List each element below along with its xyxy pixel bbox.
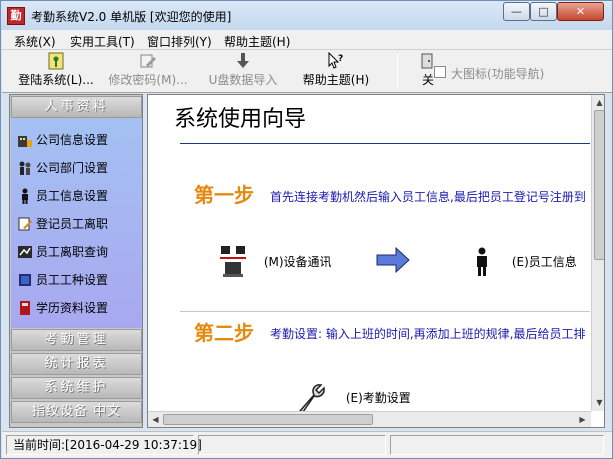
scroll-left-arrow[interactable]: ◀ bbox=[148, 412, 163, 427]
sidebar-item-job-type[interactable]: 员工工种设置 bbox=[17, 270, 108, 290]
sidebar-item-label: 员工离职查询 bbox=[36, 245, 109, 259]
menu-tools[interactable]: 实用工具(T) bbox=[70, 33, 135, 50]
sidebar-item-employee-info[interactable]: 员工信息设置 bbox=[17, 186, 108, 206]
attendance-settings-link[interactable]: (E)考勤设置 bbox=[294, 383, 411, 413]
company-icon bbox=[17, 132, 33, 148]
sidebar-item-label: 登记员工离职 bbox=[36, 217, 109, 231]
wrench-icon bbox=[298, 384, 325, 413]
section-header-fingerprint[interactable]: 指纹设备 中文 bbox=[11, 401, 142, 423]
person-icon bbox=[477, 247, 487, 276]
big-icon-checkbox[interactable] bbox=[434, 66, 446, 78]
down-arrow-icon bbox=[234, 52, 252, 70]
app-icon: 勤 bbox=[7, 7, 25, 25]
status-time: 当前时间:[2016-04-29 10:37:19] bbox=[6, 435, 202, 455]
menu-bar: 系统(X) 实用工具(T) 窗口排列(Y) 帮助主题(H) bbox=[2, 30, 612, 50]
sidebar-personnel-items: 公司信息设置 公司部门设置 员工信息设置 登记员工离职 员工离职查询 员工工种设… bbox=[11, 118, 142, 344]
usb-import-button[interactable]: U盘数据导入 bbox=[202, 52, 284, 90]
sidebar-item-leave-query[interactable]: 员工离职查询 bbox=[17, 242, 108, 262]
sidebar-item-department[interactable]: 公司部门设置 bbox=[17, 158, 108, 178]
status-time-label: 当前时间: bbox=[13, 438, 66, 452]
big-icon-checkbox-label: 大图标(功能导航) bbox=[451, 67, 545, 81]
step-2-title: 第二步 bbox=[194, 321, 254, 345]
scroll-right-arrow[interactable]: ▶ bbox=[575, 412, 590, 427]
sidebar-item-education[interactable]: 学历资料设置 bbox=[17, 298, 108, 318]
scroll-up-arrow[interactable]: ▲ bbox=[592, 95, 604, 110]
wizard-panel: 系统使用向导 第一步 首先连接考勤机然后输入员工信息,最后把员工登记号注册到 (… bbox=[147, 94, 605, 428]
close-button[interactable]: ✕ bbox=[557, 2, 604, 21]
job-type-icon bbox=[17, 272, 33, 288]
toolbar-separator bbox=[397, 54, 398, 88]
page-title: 系统使用向导 bbox=[174, 107, 307, 132]
flow-arrow-icon bbox=[376, 247, 410, 273]
sidebar-item-company-info[interactable]: 公司信息设置 bbox=[17, 130, 108, 150]
help-topics-button[interactable]: ? 帮助主题(H) bbox=[298, 51, 374, 90]
login-label: 登陆系统(L)... bbox=[18, 73, 94, 87]
vertical-scroll-thumb[interactable] bbox=[594, 110, 604, 260]
title-divider bbox=[180, 143, 590, 144]
department-icon bbox=[17, 160, 33, 176]
sidebar-item-label: 员工信息设置 bbox=[36, 189, 109, 203]
device-comm-label: (M)设备通讯 bbox=[263, 254, 332, 269]
step-1-description: 首先连接考勤机然后输入员工信息,最后把员工登记号注册到 bbox=[270, 190, 586, 204]
horizontal-scroll-thumb[interactable] bbox=[163, 414, 373, 425]
change-password-label: 修改密码(M)... bbox=[108, 73, 188, 87]
register-leave-icon bbox=[17, 216, 33, 232]
svg-text:?: ? bbox=[338, 54, 343, 64]
window-title: 考勤系统V2.0 单机版 [欢迎您的使用] bbox=[31, 10, 232, 24]
step-divider bbox=[180, 311, 590, 312]
key-icon bbox=[47, 52, 65, 70]
horizontal-scrollbar[interactable]: ◀ ▶ bbox=[148, 411, 591, 427]
vertical-scrollbar[interactable]: ▲ ▼ bbox=[591, 95, 604, 411]
education-icon bbox=[17, 300, 33, 316]
status-cell-2 bbox=[198, 435, 386, 455]
app-window: 勤 考勤系统V2.0 单机版 [欢迎您的使用] — □ ✕ 系统(X) 实用工具… bbox=[0, 0, 613, 459]
scroll-down-arrow[interactable]: ▼ bbox=[592, 395, 604, 410]
help-pointer-icon: ? bbox=[327, 51, 345, 70]
change-password-button[interactable]: 修改密码(M)... bbox=[106, 52, 190, 90]
employee-info-label: (E)员工信息 bbox=[511, 254, 577, 269]
sidebar-item-label: 学历资料设置 bbox=[36, 301, 109, 315]
sidebar: 人事资料 公司信息设置 公司部门设置 员工信息设置 登记员工离职 员工离职查询 … bbox=[9, 94, 143, 428]
status-bar: 当前时间:[2016-04-29 10:37:19] bbox=[2, 431, 612, 458]
section-header-reports[interactable]: 统计报表 bbox=[11, 353, 142, 375]
section-header-attendance[interactable]: 考勤管理 bbox=[11, 329, 142, 351]
minimize-button[interactable]: — bbox=[503, 2, 530, 21]
help-topics-label: 帮助主题(H) bbox=[302, 73, 370, 87]
status-time-value: [2016-04-29 10:37:19] bbox=[65, 438, 202, 452]
step-1-title: 第一步 bbox=[194, 183, 254, 207]
login-button[interactable]: 登陆系统(L)... bbox=[16, 52, 96, 90]
employee-info-link[interactable]: (E)员工信息 bbox=[474, 247, 577, 277]
edit-icon bbox=[139, 52, 157, 70]
sidebar-item-label: 公司部门设置 bbox=[36, 161, 109, 175]
device-comm-link[interactable]: (M)设备通讯 bbox=[220, 245, 332, 279]
sidebar-item-label: 员工工种设置 bbox=[36, 273, 109, 287]
attendance-settings-label: (E)考勤设置 bbox=[345, 390, 411, 405]
usb-import-label: U盘数据导入 bbox=[208, 73, 278, 87]
title-bar[interactable]: 勤 考勤系统V2.0 单机版 [欢迎您的使用] — □ ✕ bbox=[1, 1, 612, 30]
menu-window[interactable]: 窗口排列(Y) bbox=[147, 33, 212, 50]
sidebar-item-register-leave[interactable]: 登记员工离职 bbox=[17, 214, 108, 234]
section-header-maintenance[interactable]: 系统维护 bbox=[11, 377, 142, 399]
status-cell-3 bbox=[390, 435, 604, 455]
section-header-personnel[interactable]: 人事资料 bbox=[11, 96, 142, 118]
person-icon bbox=[17, 188, 33, 204]
maximize-button[interactable]: □ bbox=[530, 2, 557, 21]
sidebar-item-label: 公司信息设置 bbox=[36, 133, 109, 147]
step-2-description: 考勤设置: 输入上班的时间,再添加上班的规律,最后给员工排 bbox=[270, 327, 586, 341]
menu-system[interactable]: 系统(X) bbox=[14, 33, 56, 50]
query-icon bbox=[17, 244, 33, 260]
menu-help[interactable]: 帮助主题(H) bbox=[224, 33, 290, 50]
device-comm-icon bbox=[220, 246, 246, 277]
